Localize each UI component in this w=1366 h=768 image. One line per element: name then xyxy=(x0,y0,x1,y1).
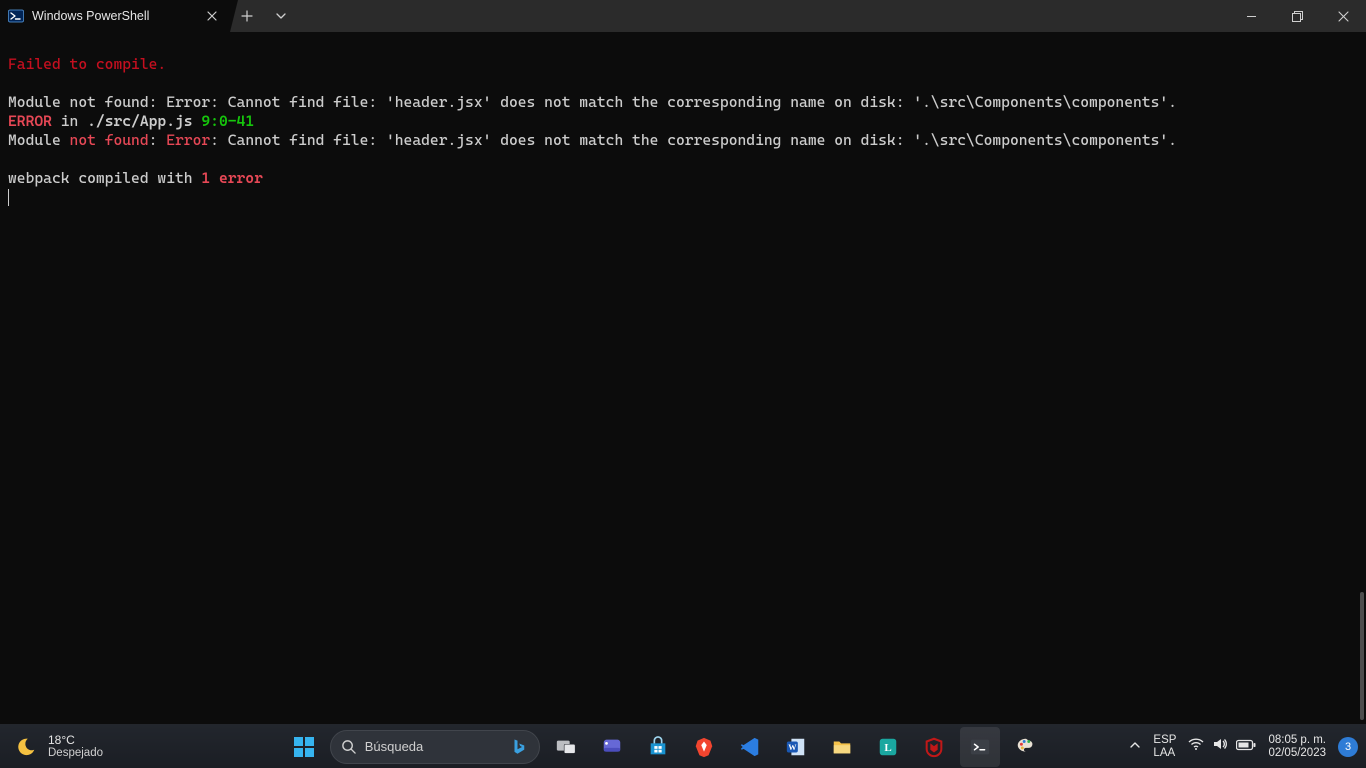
webpack-prefix: webpack compiled with xyxy=(8,169,201,187)
taskbar-taskview[interactable] xyxy=(546,727,586,767)
volume-icon[interactable] xyxy=(1212,736,1228,757)
language-bottom: LAA xyxy=(1153,747,1176,760)
error-msg-1: Module not found: Error: Cannot find fil… xyxy=(8,93,1177,111)
module-word: Module xyxy=(8,131,70,149)
language-indicator[interactable]: ESP LAA xyxy=(1153,734,1176,760)
not-found-word: not found xyxy=(70,131,149,149)
titlebar-actions xyxy=(230,0,298,32)
compile-failed-heading: Failed to compile. xyxy=(8,55,166,73)
weather-text: 18°C Despejado xyxy=(48,733,103,760)
battery-icon[interactable] xyxy=(1236,738,1256,756)
moon-icon xyxy=(14,735,38,759)
error-label: ERROR xyxy=(8,112,52,130)
terminal-window: Windows PowerShell xyxy=(0,0,1366,724)
language-top: ESP xyxy=(1153,734,1176,747)
window-controls xyxy=(1228,0,1366,32)
notifications-button[interactable]: 3 xyxy=(1338,737,1358,757)
taskbar-center: Búsqueda xyxy=(200,727,1129,767)
notification-count: 3 xyxy=(1345,741,1351,753)
window-titlebar: Windows PowerShell xyxy=(0,0,1366,32)
clock-time: 08:05 p. m. xyxy=(1268,734,1326,747)
error-in: in xyxy=(52,112,87,130)
wifi-icon[interactable] xyxy=(1188,736,1204,757)
tray-overflow-button[interactable] xyxy=(1129,738,1141,756)
terminal-output[interactable]: Failed to compile. Module not found: Err… xyxy=(0,32,1366,724)
taskbar: 18°C Despejado Búsqueda xyxy=(0,724,1366,768)
weather-condition: Despejado xyxy=(48,747,103,760)
search-placeholder: Búsqueda xyxy=(365,739,424,754)
taskbar-brave[interactable] xyxy=(684,727,724,767)
search-icon xyxy=(341,739,357,755)
taskbar-paint[interactable] xyxy=(1006,727,1046,767)
taskbar-mcafee[interactable] xyxy=(914,727,954,767)
error-location: 9:0-41 xyxy=(201,112,254,130)
powershell-icon xyxy=(8,8,24,24)
terminal-tab[interactable]: Windows PowerShell xyxy=(0,0,230,32)
svg-text:W: W xyxy=(788,742,797,751)
taskbar-store[interactable] xyxy=(638,727,678,767)
taskbar-word[interactable]: W xyxy=(776,727,816,767)
weather-widget[interactable]: 18°C Despejado xyxy=(0,733,200,760)
window-maximize-button[interactable] xyxy=(1274,0,1320,32)
weather-temperature: 18°C xyxy=(48,733,103,747)
clock-date: 02/05/2023 xyxy=(1268,747,1326,760)
taskbar-search[interactable]: Búsqueda xyxy=(330,730,540,764)
taskbar-terminal[interactable] xyxy=(960,727,1000,767)
error-word: Error xyxy=(166,131,210,149)
error-count: 1 error xyxy=(201,169,263,187)
taskbar-chat[interactable] xyxy=(592,727,632,767)
taskbar-app-l[interactable]: L xyxy=(868,727,908,767)
tab-dropdown-button[interactable] xyxy=(264,0,298,32)
taskbar-vscode[interactable] xyxy=(730,727,770,767)
taskbar-file-explorer[interactable] xyxy=(822,727,862,767)
scrollbar-thumb[interactable] xyxy=(1360,592,1364,720)
window-close-button[interactable] xyxy=(1320,0,1366,32)
error-msg-2: : Cannot find file: 'header.jsx' does no… xyxy=(210,131,1177,149)
taskbar-right: ESP LAA xyxy=(1129,734,1366,760)
system-tray xyxy=(1188,736,1256,757)
error-file: ./src/App.js xyxy=(87,112,192,130)
colon1: : xyxy=(149,131,167,149)
svg-text:L: L xyxy=(884,742,891,754)
bing-icon xyxy=(509,737,529,757)
taskbar-clock[interactable]: 08:05 p. m. 02/05/2023 xyxy=(1268,734,1326,760)
tab-close-button[interactable] xyxy=(204,8,220,24)
terminal-cursor xyxy=(8,189,9,206)
start-button[interactable] xyxy=(284,727,324,767)
window-minimize-button[interactable] xyxy=(1228,0,1274,32)
tab-title: Windows PowerShell xyxy=(32,9,196,23)
